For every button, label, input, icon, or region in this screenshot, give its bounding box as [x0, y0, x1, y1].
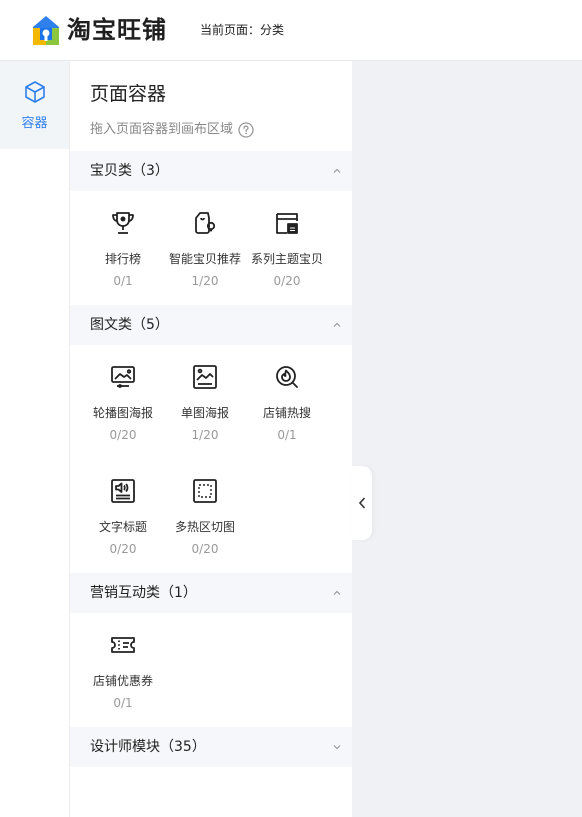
smart-bag-icon: [195, 212, 216, 234]
component-count: 0/20: [109, 542, 137, 556]
category-header-designer[interactable]: 设计师模块（35）: [70, 727, 352, 767]
component-count: 0/20: [109, 428, 137, 442]
component-name: 系列主题宝贝: [250, 252, 323, 266]
component-item-series-theme[interactable]: 系列主题宝贝 0/20: [246, 209, 328, 309]
current-page-label: 当前页面：分类: [200, 23, 285, 37]
top-header: 淘宝旺铺 当前页面：分类: [0, 0, 582, 61]
component-count: 0/1: [113, 696, 133, 710]
design-canvas[interactable]: [352, 61, 582, 817]
component-name: 店铺优惠券: [92, 674, 153, 688]
chevron-up-icon: [333, 168, 341, 173]
chevron-up-icon: [333, 322, 341, 327]
series-store-icon: [276, 213, 298, 234]
carousel-icon: [111, 366, 135, 388]
chevron-down-icon: [333, 745, 341, 750]
chevron-left-icon: [358, 497, 366, 509]
category-header-product[interactable]: 宝贝类（3）: [70, 151, 352, 191]
hot-search-icon: [276, 366, 298, 388]
component-count: 1/20: [191, 428, 219, 442]
coupon-icon: [111, 637, 135, 653]
brand-title: 淘宝旺铺: [67, 16, 167, 44]
component-item-hot-search[interactable]: 店铺热搜 0/1: [246, 363, 328, 463]
category-header-image-text[interactable]: 图文类（5）: [70, 305, 352, 345]
component-name: 店铺热搜: [262, 406, 311, 420]
collapse-panel-button[interactable]: [352, 466, 372, 540]
component-count: 0/1: [113, 274, 133, 288]
component-item-hotspot-slice[interactable]: 多热区切图 0/20: [164, 477, 246, 577]
taobao-logo-icon: [33, 16, 59, 45]
text-title-icon: [111, 479, 135, 503]
category-header-marketing[interactable]: 营销互动类（1）: [70, 573, 352, 613]
rail-item-container[interactable]: 容器: [0, 61, 69, 149]
component-count: 1/20: [191, 274, 219, 288]
category-label: 宝贝类（3）: [90, 163, 169, 179]
chevron-up-icon: [333, 590, 341, 595]
panel-title: 页面容器: [90, 83, 167, 105]
component-item-ranking[interactable]: 排行榜 0/1: [82, 209, 164, 309]
category-label: 营销互动类（1）: [90, 585, 197, 601]
left-rail: 容器: [0, 61, 70, 817]
cube-icon: [25, 81, 45, 103]
help-icon[interactable]: [238, 122, 254, 138]
component-item-smart-recommend[interactable]: 智能宝贝推荐 1/20: [164, 209, 246, 309]
component-count: 0/20: [273, 274, 301, 288]
component-item-text-title[interactable]: 文字标题 0/20: [82, 477, 164, 577]
category-label: 图文类（5）: [90, 317, 169, 333]
category-label: 设计师模块（35）: [90, 739, 206, 755]
rail-item-label: 容器: [21, 116, 48, 131]
trophy-icon: [112, 212, 134, 234]
component-item-carousel-poster[interactable]: 轮播图海报 0/20: [82, 363, 164, 463]
panel-hint-text: 拖入页面容器到画布区域: [90, 122, 234, 137]
component-item-single-poster[interactable]: 单图海报 1/20: [164, 363, 246, 463]
component-count: 0/20: [191, 542, 219, 556]
panel-hint: 拖入页面容器到画布区域: [90, 120, 254, 140]
component-count: 0/1: [277, 428, 297, 442]
container-panel: 页面容器 拖入页面容器到画布区域 宝贝类（3） 排行榜 0/1 智能宝贝推荐 1…: [70, 61, 352, 817]
hotspot-icon: [193, 479, 217, 503]
component-name: 多热区切图: [174, 520, 235, 534]
image-poster-icon: [193, 365, 217, 389]
component-item-store-coupon[interactable]: 店铺优惠券 0/1: [82, 631, 164, 731]
